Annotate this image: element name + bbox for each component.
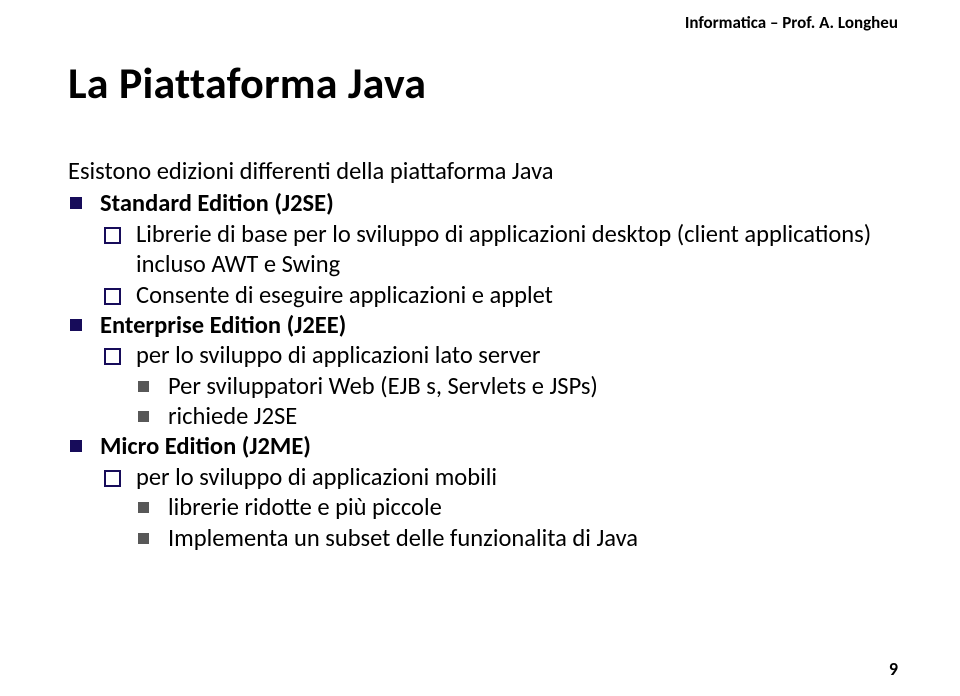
- slide-content: Esistono edizioni differenti della piatt…: [68, 156, 892, 553]
- subitem-text: per lo sviluppo di applicazioni lato ser…: [136, 340, 540, 370]
- header-course-info: Informatica – Prof. A. Longheu: [685, 12, 898, 33]
- edition-name: Enterprise Edition (J2EE): [100, 310, 346, 340]
- sublist: Librerie di base per lo sviluppo di appl…: [100, 219, 892, 310]
- sublist: per lo sviluppo di applicazioni lato ser…: [100, 340, 892, 431]
- slide-title: La Piattaforma Java: [68, 56, 892, 110]
- list-item: Implementa un subset delle funzionalita …: [136, 523, 892, 553]
- list-item: Enterprise Edition (J2EE) per lo svilupp…: [68, 310, 892, 432]
- edition-name: Standard Edition (J2SE): [100, 188, 334, 218]
- list-item: Consente di eseguire applicazioni e appl…: [100, 280, 892, 310]
- subitem-text: Consente di eseguire applicazioni e appl…: [136, 280, 553, 310]
- subsubitem-text: Per sviluppatori Web (EJB s, Servlets e …: [168, 371, 598, 401]
- list-item: Librerie di base per lo sviluppo di appl…: [100, 219, 892, 280]
- list-item: richiede J2SE: [136, 401, 892, 431]
- subsublist: Per sviluppatori Web (EJB s, Servlets e …: [136, 371, 892, 432]
- subsublist: librerie ridotte e più piccole Implement…: [136, 492, 892, 553]
- intro-text: Esistono edizioni differenti della piatt…: [68, 156, 892, 186]
- list-item: Micro Edition (J2ME) per lo sviluppo di …: [68, 431, 892, 553]
- slide-page: Informatica – Prof. A. Longheu La Piatta…: [0, 0, 960, 696]
- subsubitem-text: richiede J2SE: [168, 401, 297, 431]
- subitem-text: Librerie di base per lo sviluppo di appl…: [136, 219, 871, 279]
- subsubitem-text: Implementa un subset delle funzionalita …: [168, 523, 638, 553]
- subsubitem-text: librerie ridotte e più piccole: [168, 492, 442, 522]
- subitem-text: per lo sviluppo di applicazioni mobili: [136, 462, 497, 492]
- page-number: 9: [889, 658, 898, 680]
- sublist: per lo sviluppo di applicazioni mobili l…: [100, 462, 892, 553]
- edition-name: Micro Edition (J2ME): [100, 431, 311, 461]
- list-item: per lo sviluppo di applicazioni lato ser…: [100, 340, 892, 431]
- list-item: per lo sviluppo di applicazioni mobili l…: [100, 462, 892, 553]
- list-item: Standard Edition (J2SE) Librerie di base…: [68, 188, 892, 310]
- editions-list: Standard Edition (J2SE) Librerie di base…: [68, 188, 892, 553]
- list-item: Per sviluppatori Web (EJB s, Servlets e …: [136, 371, 892, 401]
- list-item: librerie ridotte e più piccole: [136, 492, 892, 522]
